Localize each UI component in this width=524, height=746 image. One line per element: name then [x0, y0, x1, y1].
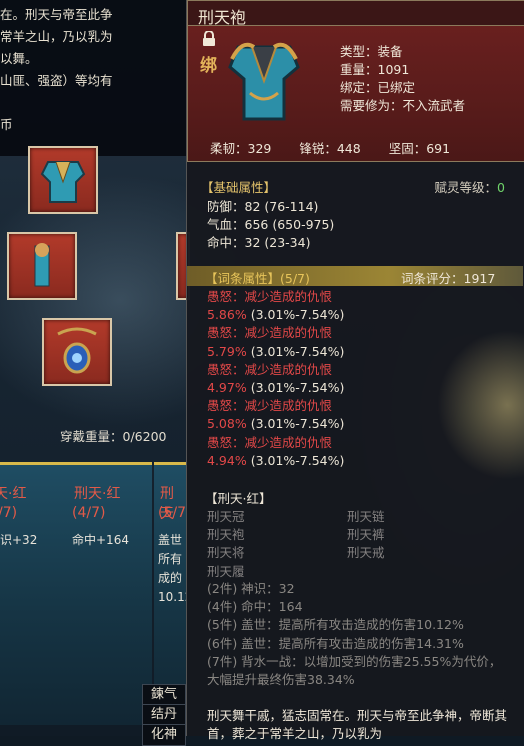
base-attrs: 防御：82 (76-114) 气血：656 (650-975) 命中：32 (2… [207, 198, 334, 252]
story-line [0, 92, 186, 114]
affix-name: 愚怒：减少造成的仇恨 [207, 434, 333, 450]
set-bonus: (7件) 背水一战：以增加受到的伤害25.55%为代价，大幅提升最终伤害38.3… [207, 653, 502, 688]
set-card-bonus: 识+32 [0, 533, 38, 547]
story-line: 币 [0, 117, 13, 132]
equip-slot-robe[interactable] [28, 146, 98, 214]
stat-solidity: 坚固：691 [388, 141, 451, 156]
affix-name: 愚怒：减少造成的仇恨 [207, 325, 333, 341]
robe-icon [40, 161, 86, 203]
item-core-stats: 柔韧：329 锋锐：448 坚固：691 [210, 138, 474, 157]
affix-range: (3.01%-7.54%) [250, 307, 345, 323]
affix-name: 愚怒：减少造成的仇恨 [207, 398, 333, 414]
set-card-bonus: 盖世 所有 成的 10.12 [158, 533, 186, 604]
set-parts-right: 刑天链 刑天裤 刑天戒 [347, 508, 385, 563]
set-part: 刑天履 [207, 563, 245, 579]
affix-value: 5.79% [207, 343, 247, 359]
info-requirement: 需要修为：不入流武者 [340, 98, 466, 113]
affix-value-row: 5.08% (3.01%-7.54%) [207, 415, 344, 433]
spirit-grade-label: 赋灵等级： [434, 180, 498, 195]
set-card[interactable]: 刑天·红 (4/7) 命中+164 [66, 462, 152, 725]
spirit-grade-value: 0 [497, 180, 505, 195]
story-line: 常羊之山，乃以乳为 [0, 29, 113, 44]
info-weight: 重量：1091 [340, 62, 410, 77]
cultivation-button-jiedan[interactable]: 结丹 [142, 704, 186, 726]
affix-value: 5.08% [207, 416, 247, 432]
equip-slot-amulet[interactable] [42, 318, 112, 386]
story-line: 山匪、强盗）等均有 [0, 73, 113, 88]
stat-sharpness: 锋锐：448 [299, 141, 361, 156]
affix-title: 【词条属性】(5/7) [205, 271, 310, 286]
info-binding: 绑定：已绑定 [340, 80, 416, 95]
stat-toughness: 柔韧：329 [210, 141, 272, 156]
affix-name: 愚怒：减少造成的仇恨 [207, 289, 333, 304]
affix-range: (3.01%-7.54%) [250, 380, 345, 396]
affix-value-row: 5.79% (3.01%-7.54%) [207, 343, 344, 361]
spirit-grade: 赋灵等级：0 [435, 177, 505, 196]
affix-value: 4.94% [207, 452, 247, 468]
affix-list: 愚怒：减少造成的仇恨 5.86% (3.01%-7.54%) 愚怒：减少造成的仇… [207, 288, 344, 470]
cultivation-button-huashen[interactable]: 化神 [142, 724, 186, 746]
set-bonus: (4件) 命中：164 [207, 599, 303, 615]
set-bonus: (2件) 神识：32 [207, 581, 295, 596]
set-card-name: 天·红 [0, 486, 27, 502]
item-info: 类型：装备 重量：1091 绑定：已绑定 需要修为：不入流武者 [340, 43, 465, 115]
amulet-icon [57, 327, 97, 374]
base-attr: 命中：32 (23-34) [207, 235, 311, 250]
affix-value-row: 5.86% (3.01%-7.54%) [207, 306, 344, 324]
set-part: 刑天袍 [207, 527, 245, 543]
base-attr-title: 【基础属性】 [201, 180, 277, 195]
set-card-count: (4/7) [72, 505, 106, 521]
item-lore: 刑天舞干戚，猛志固常在。刑天与帝至此争神，帝断其首，葬之于常羊之山，乃以乳为 [207, 708, 508, 741]
set-card-name: 刑天·红 [74, 486, 121, 502]
equip-slot-weapon[interactable] [7, 232, 77, 300]
set-bonus: (5件) 盖世：提高所有攻击造成的伤害10.12% [207, 617, 464, 633]
set-part: 刑天裤 [347, 527, 385, 543]
story-panel: 在。刑天与帝至此争 常羊之山，乃以乳为 以舞。 山匪、强盗）等均有 币 [0, 0, 187, 156]
base-attr: 防御：82 (76-114) [207, 199, 319, 214]
equip-weight: 穿戴重量：0/6200 [60, 429, 167, 444]
affix-range: (3.01%-7.54%) [250, 343, 345, 359]
set-part: 刑天链 [347, 509, 385, 524]
item-title: 刑天袍 [198, 8, 247, 27]
set-part: 刑天戒 [347, 545, 385, 561]
affix-range: (3.01%-7.54%) [250, 452, 345, 468]
set-part: 刑天将 [207, 545, 245, 561]
info-type: 类型：装备 [340, 44, 403, 59]
base-attr: 气血：656 (650-975) [207, 217, 335, 232]
affix-value-row: 4.94% (3.01%-7.54%) [207, 452, 344, 470]
weapon-icon [34, 243, 50, 287]
set-part: 刑天冠 [207, 509, 245, 524]
affix-name: 愚怒：减少造成的仇恨 [207, 361, 333, 377]
item-tooltip: 刑天袍 绑 类型：装备 重量：1091 绑定：已绑定 需要修为：不入流武者 柔韧… [186, 0, 524, 741]
set-card-count: /7) [0, 505, 18, 521]
story-line: 在。刑天与帝至此争 [0, 7, 113, 22]
set-bonus-list: (2件) 神识：32 (4件) 命中：164 (5件) 盖世：提高所有攻击造成的… [207, 580, 507, 689]
set-title: 【刑天·红】 [205, 491, 272, 506]
affix-value: 4.97% [207, 380, 247, 396]
story-line: 以舞。 [0, 51, 38, 66]
bind-label: 绑 [200, 56, 217, 76]
tooltip-glow [437, 330, 524, 480]
set-parts-left: 刑天冠 刑天袍 刑天将 刑天履 [207, 508, 245, 581]
lock-icon [203, 31, 215, 46]
affix-value-row: 4.97% (3.01%-7.54%) [207, 379, 344, 397]
set-card-count: (5/7 [158, 505, 186, 521]
tooltip-header: 刑天袍 绑 类型：装备 重量：1091 绑定：已绑定 需要修为：不入流武者 柔韧… [187, 0, 524, 162]
set-card-bonus: 命中+164 [72, 533, 129, 547]
affix-score: 词条评分：1917 [401, 271, 496, 286]
set-bonus: (6件) 盖世：提高所有攻击造成的伤害14.31% [207, 635, 464, 651]
affix-value: 5.86% [207, 307, 247, 323]
cultivation-button-lianqi[interactable]: 鍊气 [142, 684, 186, 706]
set-card[interactable]: 天·红 /7) 识+32 [0, 462, 72, 725]
robe-icon [228, 42, 300, 121]
affix-range: (3.01%-7.54%) [250, 416, 345, 432]
